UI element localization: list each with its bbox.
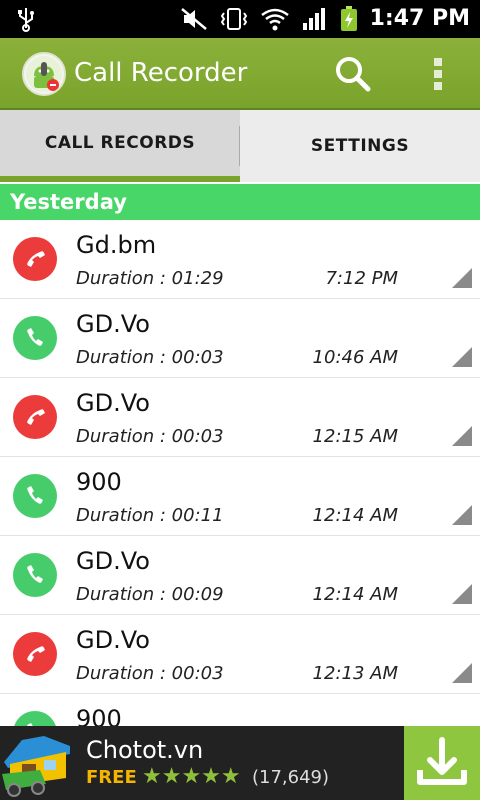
outgoing-call-icon	[13, 395, 57, 439]
contact-name: GD.Vo	[76, 626, 150, 654]
download-icon	[417, 737, 467, 785]
incoming-call-icon	[13, 474, 57, 518]
call-time: 12:15 AM	[312, 426, 398, 447]
call-records-list[interactable]: Gd.bm Duration : 01:29 7:12 PM GD.Vo Dur…	[0, 220, 480, 726]
status-bar: 1:47 PM	[0, 0, 480, 38]
ad-download-button[interactable]	[404, 726, 480, 800]
call-time: 10:46 AM	[312, 347, 398, 368]
corner-expand-icon[interactable]	[452, 663, 472, 683]
incoming-call-icon	[13, 316, 57, 360]
call-time: 12:14 AM	[312, 584, 398, 605]
corner-expand-icon[interactable]	[452, 505, 472, 525]
incoming-call-icon	[13, 553, 57, 597]
wifi-icon	[261, 8, 289, 31]
ad-star-rating: ★★★★★	[142, 764, 241, 789]
app-title: Call Recorder	[74, 58, 248, 88]
battery-charging-icon	[341, 6, 357, 31]
call-record-row[interactable]: 900	[0, 694, 480, 726]
signal-icon	[303, 8, 325, 30]
overflow-menu-icon[interactable]	[424, 54, 452, 94]
ad-rating-count: (17,649)	[252, 767, 330, 788]
contact-name: Gd.bm	[76, 231, 157, 259]
search-icon[interactable]	[332, 54, 376, 94]
vibrate-icon	[220, 8, 248, 30]
mute-icon	[181, 8, 207, 30]
call-record-row[interactable]: GD.Vo Duration : 00:03 10:46 AM	[0, 299, 480, 378]
section-header-date: Yesterday	[0, 184, 480, 220]
app-logo	[22, 52, 66, 96]
contact-name: 900	[76, 705, 122, 726]
tab-call-records[interactable]: CALL RECORDS	[0, 110, 240, 182]
corner-expand-icon[interactable]	[452, 584, 472, 604]
call-record-row[interactable]: GD.Vo Duration : 00:09 12:14 AM	[0, 536, 480, 615]
corner-expand-icon[interactable]	[452, 268, 472, 288]
ad-banner[interactable]: Chotot.vn FREE ★★★★★ (17,649)	[0, 726, 480, 800]
corner-expand-icon[interactable]	[452, 426, 472, 446]
contact-name: GD.Vo	[76, 310, 150, 338]
outgoing-call-icon	[13, 237, 57, 281]
call-duration: Duration : 00:09	[76, 584, 224, 605]
corner-expand-icon[interactable]	[452, 347, 472, 367]
contact-name: 900	[76, 468, 122, 496]
action-bar: Call Recorder	[0, 38, 480, 110]
ad-price: FREE	[86, 767, 137, 788]
call-duration: Duration : 01:29	[76, 268, 224, 289]
call-duration: Duration : 00:03	[76, 347, 224, 368]
call-duration: Duration : 00:03	[76, 426, 224, 447]
usb-icon	[18, 8, 34, 32]
call-duration: Duration : 00:11	[76, 505, 224, 526]
call-duration: Duration : 00:03	[76, 663, 224, 684]
android-mic-icon	[26, 56, 62, 92]
call-time: 7:12 PM	[325, 268, 398, 289]
ad-title: Chotot.vn	[86, 736, 204, 764]
call-record-row[interactable]: 900 Duration : 00:11 12:14 AM	[0, 457, 480, 536]
contact-name: GD.Vo	[76, 547, 150, 575]
clock: 1:47 PM	[369, 6, 470, 31]
tab-settings[interactable]: SETTINGS	[240, 110, 480, 182]
call-record-row[interactable]: GD.Vo Duration : 00:03 12:15 AM	[0, 378, 480, 457]
tab-bar: CALL RECORDS SETTINGS	[0, 110, 480, 182]
incoming-call-icon	[13, 711, 57, 726]
call-time: 12:13 AM	[312, 663, 398, 684]
call-record-row[interactable]: GD.Vo Duration : 00:03 12:13 AM	[0, 615, 480, 694]
call-record-row[interactable]: Gd.bm Duration : 01:29 7:12 PM	[0, 220, 480, 299]
outgoing-call-icon	[13, 632, 57, 676]
chotot-logo	[2, 736, 70, 797]
call-time: 12:14 AM	[312, 505, 398, 526]
contact-name: GD.Vo	[76, 389, 150, 417]
